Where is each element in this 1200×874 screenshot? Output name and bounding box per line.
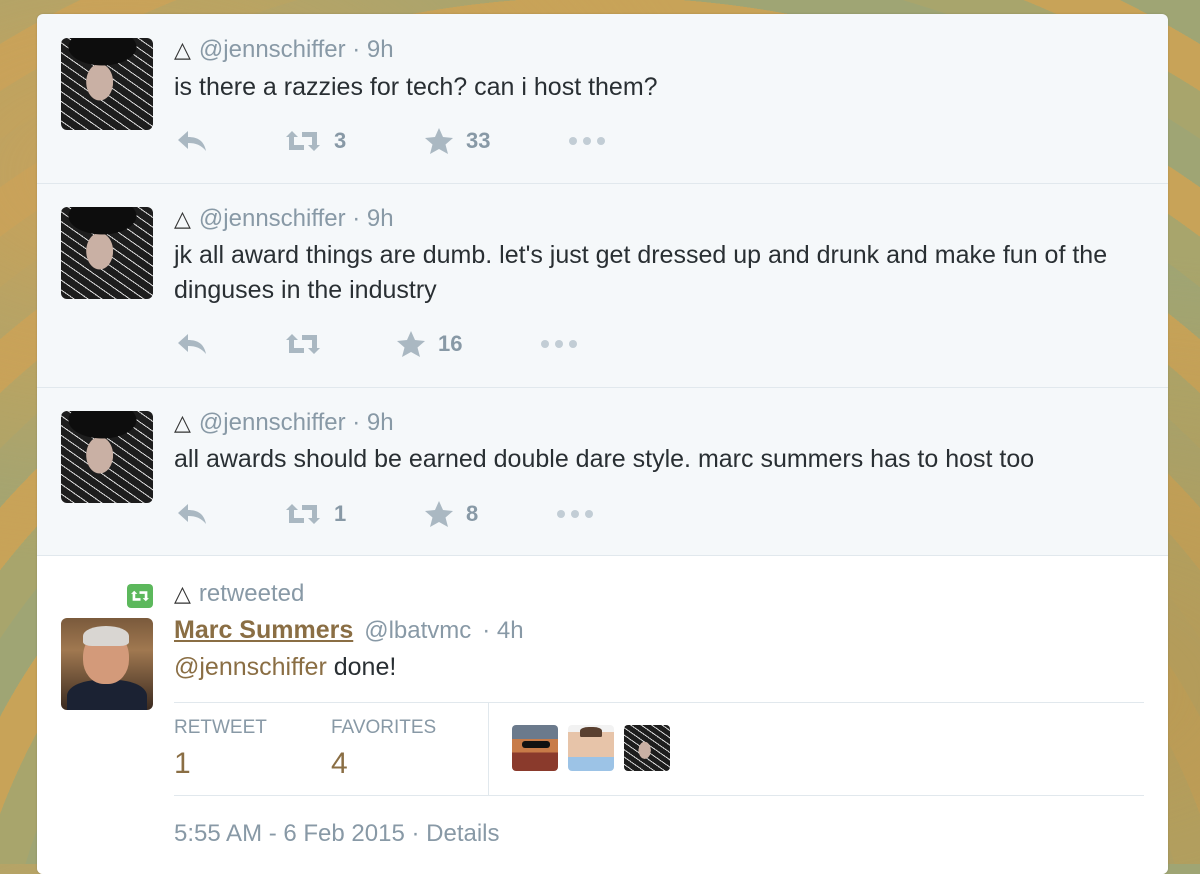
- favoriter-avatar[interactable]: [568, 725, 614, 771]
- favorite-button[interactable]: 8: [424, 494, 478, 534]
- stats-divider: [488, 703, 489, 795]
- more-button[interactable]: [540, 324, 578, 364]
- favorite-button[interactable]: 16: [396, 324, 462, 364]
- more-dots-icon: [556, 509, 594, 519]
- tweet-meta: △ @jennschiffer · 9h: [174, 205, 394, 233]
- mention-link[interactable]: @jennschiffer: [174, 653, 327, 681]
- favorites-stat-label: FAVORITES: [331, 717, 437, 738]
- more-dots-icon: [568, 136, 606, 146]
- retweet-count: 3: [334, 128, 347, 153]
- author-name[interactable]: Marc Summers: [174, 616, 353, 644]
- tweet-conversation-card: △ @jennschiffer · 9h is there a razzies f…: [37, 14, 1168, 874]
- avatar-jennschiffer[interactable]: [61, 38, 153, 130]
- retweet-button[interactable]: [284, 324, 334, 364]
- tweet-body: done!: [326, 653, 397, 681]
- retweet-count: 1: [334, 501, 347, 526]
- star-icon: [424, 127, 454, 155]
- reply-icon: [176, 129, 208, 153]
- star-icon: [396, 330, 426, 358]
- tweet-handle[interactable]: @jennschiffer: [199, 205, 346, 232]
- retweet-button[interactable]: 3: [284, 121, 346, 161]
- tweet-meta: △ @jennschiffer · 9h: [174, 36, 394, 64]
- more-dots-icon: [540, 339, 578, 349]
- avatar-suit: [67, 680, 147, 710]
- retweeted-label[interactable]: △ retweeted: [174, 580, 304, 608]
- triangle-icon: △: [174, 37, 191, 62]
- tweet-text: is there a razzies for tech? can i host …: [174, 73, 658, 101]
- reply-icon: [176, 332, 208, 356]
- favoriter-avatar[interactable]: [624, 725, 670, 771]
- retweet-stat[interactable]: RETWEET 1: [174, 717, 267, 781]
- avatar-marc-summers[interactable]: [61, 618, 153, 710]
- tweet-2[interactable]: △ @jennschiffer · 9h jk all award things …: [37, 183, 1168, 388]
- retweet-icon: [284, 332, 322, 356]
- reply-button[interactable]: [176, 324, 208, 364]
- retweet-badge-icon: [127, 584, 153, 608]
- reply-button[interactable]: [176, 121, 208, 161]
- tweet-time[interactable]: · 9h: [352, 409, 393, 436]
- retweeted-text: retweeted: [198, 580, 305, 607]
- triangle-icon: △: [174, 581, 191, 606]
- avatar-hair: [83, 626, 129, 646]
- favorite-button[interactable]: 33: [424, 121, 490, 161]
- favorites-stat-count: 4: [331, 747, 348, 780]
- retweet-button[interactable]: 1: [284, 494, 346, 534]
- retweet-icon: [284, 502, 322, 526]
- avatar-jennschiffer[interactable]: [61, 411, 153, 503]
- favorite-count: 33: [466, 128, 491, 153]
- tweet-3[interactable]: △ @jennschiffer · 9h all awards should be…: [37, 387, 1168, 556]
- reply-icon: [176, 502, 208, 526]
- tweet-time[interactable]: · 9h: [352, 205, 393, 232]
- favoriter-avatar[interactable]: [512, 725, 558, 771]
- tweet-time[interactable]: · 9h: [352, 36, 393, 63]
- retweet-stat-count: 1: [174, 747, 191, 780]
- favorite-count: 16: [438, 331, 463, 356]
- tweet-handle[interactable]: @jennschiffer: [199, 409, 346, 436]
- avatar-jennschiffer[interactable]: [61, 207, 153, 299]
- tweet-handle[interactable]: @jennschiffer: [199, 36, 346, 63]
- tweet-text: jk all award things are dumb. let's just…: [174, 241, 1108, 304]
- favorites-stat[interactable]: FAVORITES 4: [331, 717, 436, 781]
- tweet-stats: RETWEET 1 FAVORITES 4: [174, 702, 1144, 796]
- tweet-meta: △ @jennschiffer · 9h: [174, 409, 394, 437]
- avatar-sunglasses: [522, 741, 550, 748]
- tweet-text: all awards should be earned double dare …: [174, 445, 1035, 473]
- expanded-tweet-header: Marc Summers @lbatvmc · 4h: [174, 616, 524, 645]
- tweet-timestamp-details[interactable]: 5:55 AM - 6 Feb 2015 · Details: [174, 820, 500, 848]
- triangle-icon: △: [174, 410, 191, 435]
- expanded-tweet-text: @jennschiffer done!: [174, 650, 396, 685]
- avatar-hair: [580, 727, 602, 737]
- retweet-icon: [284, 129, 322, 153]
- star-icon: [424, 500, 454, 528]
- triangle-icon: △: [174, 206, 191, 231]
- tweet-1[interactable]: △ @jennschiffer · 9h is there a razzies f…: [37, 14, 1168, 184]
- tweet-time[interactable]: · 4h: [482, 617, 523, 644]
- reply-button[interactable]: [176, 494, 208, 534]
- more-button[interactable]: [568, 121, 606, 161]
- retweet-stat-label: RETWEET: [174, 717, 267, 738]
- more-button[interactable]: [556, 494, 594, 534]
- author-handle[interactable]: @lbatvmc: [364, 617, 471, 644]
- favorite-count: 8: [466, 501, 479, 526]
